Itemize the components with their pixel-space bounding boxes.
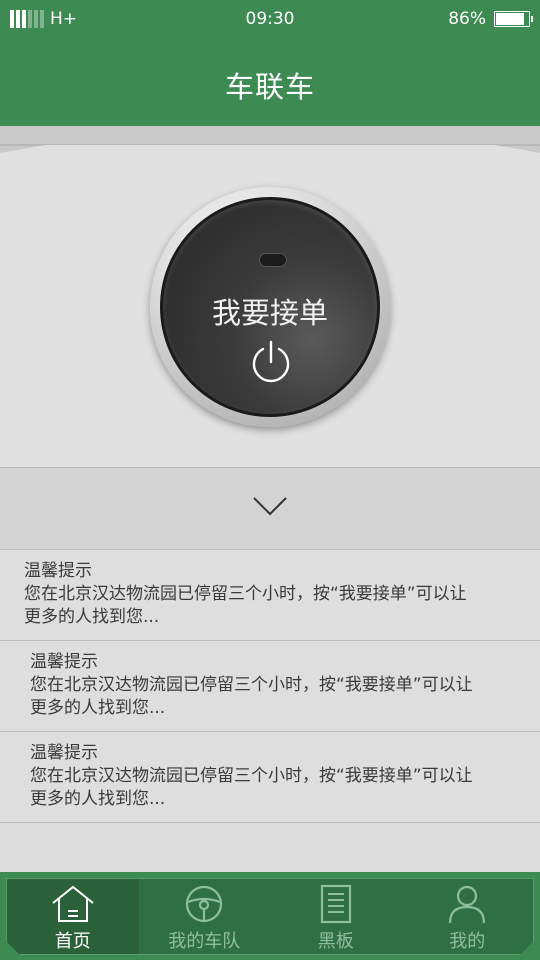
take-orders-button[interactable]: 我要接单 bbox=[150, 187, 390, 427]
status-indicator-light bbox=[259, 253, 287, 267]
tab-mine[interactable]: 我的 bbox=[402, 879, 534, 954]
notice-body-line: 您在北京汉达物流园已停留三个小时，按“我要接单”可以让 bbox=[30, 675, 473, 695]
document-icon bbox=[320, 884, 352, 924]
tab-bar: 首页 我的车队 黑板 我的 bbox=[6, 878, 534, 955]
steering-wheel-icon bbox=[184, 884, 224, 924]
notice-title: 温馨提示 bbox=[24, 561, 92, 581]
notice-body-line: 您在北京汉达物流园已停留三个小时，按“我要接单”可以让 bbox=[30, 766, 473, 786]
app-header: 车联车 bbox=[0, 38, 540, 126]
take-orders-label: 我要接单 bbox=[211, 296, 328, 330]
notice-body-line: 更多的人找到您... bbox=[30, 698, 166, 718]
tab-label: 我的车队 bbox=[168, 931, 241, 952]
tab-label: 首页 bbox=[54, 931, 91, 952]
tab-my-fleet[interactable]: 我的车队 bbox=[139, 879, 271, 954]
notice-item[interactable]: 温馨提示 您在北京汉达物流园已停留三个小时，按“我要接单”可以让 更多的人找到您… bbox=[0, 549, 540, 640]
notice-body-line: 更多的人找到您... bbox=[30, 789, 166, 809]
notice-item[interactable]: 温馨提示 您在北京汉达物流园已停留三个小时，按“我要接单”可以让 更多的人找到您… bbox=[0, 640, 540, 731]
take-orders-button-face: 我要接单 bbox=[160, 197, 380, 417]
collapse-bar bbox=[0, 467, 540, 549]
notice-body-line: 更多的人找到您... bbox=[24, 607, 160, 627]
notice-title: 温馨提示 bbox=[30, 743, 98, 763]
battery-percentage: 86% bbox=[448, 9, 486, 29]
notice-item[interactable]: 温馨提示 您在北京汉达物流园已停留三个小时，按“我要接单”可以让 更多的人找到您… bbox=[0, 731, 540, 822]
divider bbox=[0, 822, 540, 823]
battery-icon bbox=[494, 11, 533, 27]
power-icon bbox=[252, 340, 290, 383]
tab-label: 我的 bbox=[449, 931, 486, 952]
user-icon bbox=[447, 884, 487, 924]
home-icon bbox=[50, 884, 96, 924]
notice-title: 温馨提示 bbox=[30, 652, 98, 672]
status-bar: H+ 09:30 86% bbox=[0, 0, 540, 38]
tab-home[interactable]: 首页 bbox=[7, 879, 139, 954]
chevron-down-icon[interactable] bbox=[252, 496, 288, 516]
page-title: 车联车 bbox=[224, 70, 315, 104]
notice-body-line: 您在北京汉达物流园已停留三个小时，按“我要接单”可以让 bbox=[24, 584, 467, 604]
notice-list: 温馨提示 您在北京汉达物流园已停留三个小时，按“我要接单”可以让 更多的人找到您… bbox=[0, 549, 540, 823]
tab-label: 黑板 bbox=[317, 931, 354, 952]
tab-blackboard[interactable]: 黑板 bbox=[270, 879, 402, 954]
